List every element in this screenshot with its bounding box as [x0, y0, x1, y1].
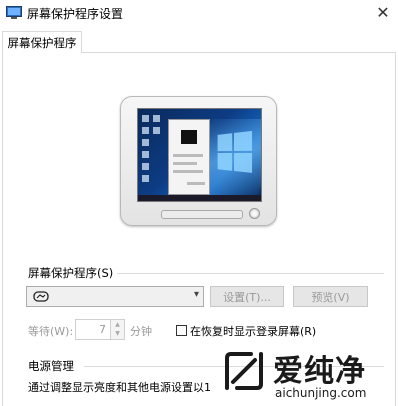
- wait-minutes-stepper[interactable]: ▲ ▼: [111, 319, 125, 340]
- chevron-down-icon[interactable]: ▾: [194, 289, 199, 300]
- chevron-up-icon[interactable]: ▲: [111, 320, 124, 329]
- screensaver-select[interactable]: ▾: [26, 286, 204, 307]
- screensaver-group-label: 屏幕保护程序(S): [28, 265, 118, 281]
- tab-screensaver[interactable]: 屏幕保护程序: [2, 31, 82, 53]
- screensaver-option-icon: [33, 291, 49, 302]
- resume-login-label[interactable]: 在恢复时显示登录屏幕(R): [190, 323, 316, 339]
- screensaver-settings-window: 屏幕保护程序设置 ✕ 屏幕保护程序 屏幕保护程序(S) ▾ 设置(T)... 预…: [0, 0, 398, 406]
- power-description: 通过调整显示亮度和其他电源设置以1: [28, 381, 211, 394]
- preview-screen: [137, 108, 262, 202]
- preview-button[interactable]: 预览(V): [293, 286, 368, 307]
- desktop-icon: [142, 127, 149, 134]
- desktop-icon: [142, 175, 149, 182]
- wait-unit-label: 分钟: [130, 325, 152, 338]
- desktop-icon: [142, 115, 149, 122]
- title-bar: 屏幕保护程序设置 ✕: [0, 0, 398, 28]
- power-management-title: 电源管理: [28, 358, 78, 374]
- watermark-logo-icon: [225, 352, 263, 390]
- monitor-slot: [161, 210, 243, 219]
- window-title: 屏幕保护程序设置: [27, 7, 124, 21]
- desktop-icon: [153, 127, 160, 134]
- windows-logo-icon: [217, 130, 255, 176]
- preview-taskbar: [138, 195, 261, 201]
- desktop-icon: [153, 115, 160, 122]
- close-icon[interactable]: ✕: [376, 3, 389, 22]
- settings-button[interactable]: 设置(T)...: [210, 286, 284, 307]
- site-watermark: 爱纯净 aichunjing.com: [215, 344, 398, 406]
- desktop-icon: [142, 151, 149, 158]
- desktop-icon: [142, 163, 149, 170]
- wait-minutes-input[interactable]: 7: [75, 319, 111, 340]
- chevron-down-icon[interactable]: ▼: [111, 329, 124, 338]
- watermark-url: aichunjing.com: [275, 386, 367, 400]
- close-button[interactable]: ✕: [368, 0, 398, 24]
- monitor-power-icon: [249, 208, 260, 219]
- mini-dialog-thumbnail: [168, 119, 210, 195]
- watermark-title: 爱纯净: [273, 354, 366, 389]
- group-divider: [100, 273, 384, 274]
- tab-strip: 屏幕保护程序: [0, 30, 398, 53]
- resume-login-checkbox[interactable]: [176, 325, 187, 336]
- monitor-preview: [120, 96, 277, 226]
- desktop-icon: [142, 139, 149, 146]
- wait-label: 等待(W):: [28, 325, 74, 338]
- screensaver-app-icon: [6, 6, 22, 19]
